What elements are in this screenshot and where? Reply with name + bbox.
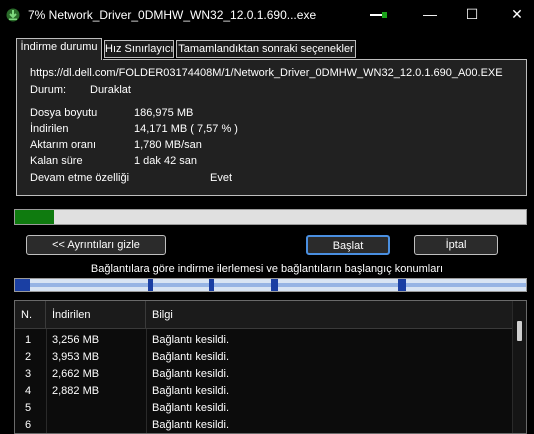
table-row[interactable]: 4 2,882 MB Bağlantı kesildi. bbox=[15, 383, 513, 400]
hide-details-button[interactable]: << Ayrıntıları gizle bbox=[26, 235, 166, 255]
table-row[interactable]: 1 3,256 MB Bağlantı kesildi. bbox=[15, 332, 513, 349]
connection-number: 4 bbox=[25, 385, 32, 397]
speed-indicator-icon bbox=[370, 12, 387, 18]
file-size-value: 186,975 MB bbox=[134, 107, 194, 119]
connection-downloaded: 3,953 MB bbox=[52, 351, 100, 363]
cancel-button[interactable]: İptal bbox=[414, 235, 498, 255]
connection-segment bbox=[270, 279, 279, 291]
connection-segment bbox=[398, 279, 406, 291]
connection-info: Bağlantı kesildi. bbox=[152, 368, 230, 380]
downloaded-label: İndirilen bbox=[30, 123, 69, 135]
resume-capability-value: Evet bbox=[210, 172, 233, 184]
connection-number: 5 bbox=[25, 402, 32, 414]
download-url: https://dl.dell.com/FOLDER03174408M/1/Ne… bbox=[30, 67, 503, 79]
column-header-number[interactable]: N. bbox=[15, 301, 46, 329]
connection-number: 2 bbox=[25, 351, 32, 363]
connections-table: N. İndirilen Bilgi 1 3,256 MB Bağlantı kes… bbox=[14, 300, 527, 434]
time-left-value: 1 dak 42 san bbox=[134, 155, 197, 167]
download-progress-bar bbox=[14, 209, 527, 225]
table-row[interactable]: 3 2,662 MB Bağlantı kesildi. bbox=[15, 366, 513, 383]
start-button[interactable]: Başlat bbox=[306, 235, 390, 255]
connection-segment bbox=[209, 279, 215, 291]
time-left-label: Kalan süre bbox=[30, 155, 83, 167]
connection-downloaded: 3,256 MB bbox=[52, 334, 100, 346]
maximize-button[interactable]: ☐ bbox=[462, 4, 482, 24]
table-row[interactable]: 6 Bağlantı kesildi. bbox=[15, 417, 513, 433]
connections-progress-map bbox=[14, 278, 527, 292]
downloaded-value: 14,171 MB ( 7,57 % ) bbox=[134, 123, 238, 135]
column-header-info[interactable]: Bilgi bbox=[146, 301, 513, 329]
connection-info: Bağlantı kesildi. bbox=[152, 402, 230, 414]
window-title: 7% Network_Driver_0DMHW_WN32_12.0.1.690.… bbox=[28, 8, 317, 22]
connection-segment bbox=[147, 279, 153, 291]
connections-progress-label: Bağlantılara göre indirme ilerlemesi ve … bbox=[90, 263, 444, 275]
minimize-button[interactable]: — bbox=[420, 4, 440, 24]
transfer-rate-value: 1,780 MB/san bbox=[134, 139, 202, 151]
download-progress-fill bbox=[15, 210, 54, 224]
connection-segment bbox=[15, 279, 31, 291]
connection-number: 3 bbox=[25, 368, 32, 380]
idm-app-icon bbox=[6, 8, 20, 22]
table-scrollbar[interactable] bbox=[512, 301, 526, 433]
connection-info: Bağlantı kesildi. bbox=[152, 351, 230, 363]
table-row[interactable]: 2 3,953 MB Bağlantı kesildi. bbox=[15, 349, 513, 366]
transfer-rate-label: Aktarım oranı bbox=[30, 139, 97, 151]
connection-info: Bağlantı kesildi. bbox=[152, 419, 230, 431]
connection-downloaded: 2,882 MB bbox=[52, 385, 100, 397]
connection-number: 1 bbox=[25, 334, 32, 346]
status-value: Duraklat bbox=[90, 84, 131, 96]
tab-download-status[interactable]: İndirme durumu bbox=[16, 38, 102, 60]
file-size-label: Dosya boyutu bbox=[30, 107, 98, 119]
resume-capability-label: Devam etme özelliği bbox=[30, 172, 130, 184]
scrollbar-thumb[interactable] bbox=[517, 321, 522, 341]
connection-info: Bağlantı kesildi. bbox=[152, 334, 230, 346]
title-bar: 7% Network_Driver_0DMHW_WN32_12.0.1.690.… bbox=[0, 0, 534, 30]
connection-number: 6 bbox=[25, 419, 32, 431]
close-button[interactable]: ✕ bbox=[507, 4, 527, 24]
connection-info: Bağlantı kesildi. bbox=[152, 385, 230, 397]
column-header-downloaded[interactable]: İndirilen bbox=[46, 301, 146, 329]
status-label: Durum: bbox=[30, 84, 67, 96]
connection-downloaded: 2,662 MB bbox=[52, 368, 100, 380]
table-header: N. İndirilen Bilgi bbox=[15, 301, 513, 329]
table-row[interactable]: 5 Bağlantı kesildi. bbox=[15, 400, 513, 417]
tab-speed-limiter[interactable]: Hız Sınırlayıcı bbox=[104, 40, 174, 58]
download-status-panel: https://dl.dell.com/FOLDER03174408M/1/Ne… bbox=[16, 59, 527, 196]
tab-after-completion[interactable]: Tamamlandıktan sonraki seçenekler bbox=[176, 40, 356, 58]
